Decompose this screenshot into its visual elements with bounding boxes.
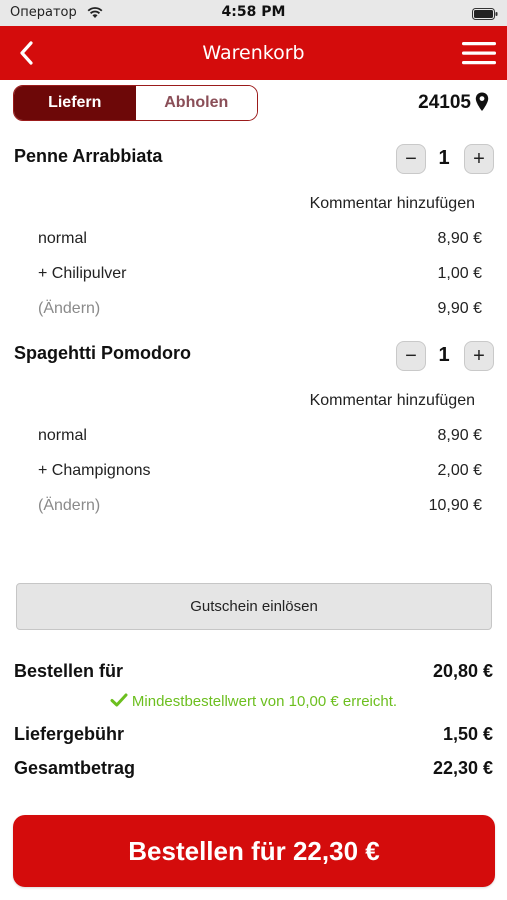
- status-bar: Оператор 4:58 PM: [0, 0, 507, 26]
- tab-liefern[interactable]: Liefern: [14, 86, 136, 120]
- option-price: 1,00 €: [437, 265, 482, 282]
- add-comment-link[interactable]: Kommentar hinzufügen: [310, 195, 475, 213]
- nav-bar: Warenkorb: [0, 26, 507, 80]
- hamburger-menu-icon[interactable]: [462, 40, 496, 66]
- change-item-link[interactable]: (Ändern): [38, 300, 100, 318]
- delivery-fee-value: 1,50 €: [442, 724, 493, 744]
- tab-abholen[interactable]: Abholen: [135, 86, 257, 120]
- item-total-price: 9,90 €: [437, 300, 482, 317]
- add-comment-link[interactable]: Kommentar hinzufügen: [310, 392, 475, 410]
- item-title: Penne Arrabbiata: [14, 146, 163, 166]
- total-label: Gesamtbetrag: [14, 758, 136, 778]
- option-price: 2,00 €: [437, 462, 482, 479]
- option-label: + Champignons: [38, 462, 151, 479]
- decrease-quantity-button[interactable]: −: [396, 341, 426, 371]
- zip-code[interactable]: 24105: [418, 92, 471, 114]
- option-price: 8,90 €: [437, 427, 482, 444]
- subtotal-label: Bestellen für: [14, 661, 124, 681]
- map-pin-icon[interactable]: [475, 92, 489, 112]
- item-total-price: 10,90 €: [428, 497, 482, 514]
- subtotal-value: 20,80 €: [432, 661, 493, 681]
- place-order-button[interactable]: Bestellen für 22,30 €: [13, 815, 495, 887]
- battery-icon: [472, 8, 498, 20]
- page-title: Warenkorb: [202, 42, 305, 64]
- min-order-message: Mindestbestellwert von 10,00 € erreicht.: [0, 693, 507, 710]
- option-price: 8,90 €: [437, 230, 482, 247]
- change-item-link[interactable]: (Ändern): [38, 497, 100, 515]
- item-quantity: 1: [438, 147, 450, 169]
- option-label: normal: [38, 230, 87, 247]
- item-quantity: 1: [438, 344, 450, 366]
- option-label: normal: [38, 427, 87, 444]
- increase-quantity-button[interactable]: +: [464, 144, 494, 174]
- checkmark-icon: [110, 693, 128, 707]
- increase-quantity-button[interactable]: +: [464, 341, 494, 371]
- redeem-voucher-button[interactable]: Gutschein einlösen: [16, 583, 492, 630]
- status-time: 4:58 PM: [221, 4, 286, 20]
- item-title: Spagehtti Pomodoro: [14, 343, 191, 363]
- total-value: 22,30 €: [432, 758, 493, 778]
- min-order-text: Mindestbestellwert von 10,00 € erreicht.: [131, 693, 398, 710]
- delivery-mode-toggle: Liefern Abholen: [13, 85, 258, 121]
- option-label: + Chilipulver: [38, 265, 127, 282]
- delivery-fee-label: Liefergebühr: [14, 724, 125, 744]
- decrease-quantity-button[interactable]: −: [396, 144, 426, 174]
